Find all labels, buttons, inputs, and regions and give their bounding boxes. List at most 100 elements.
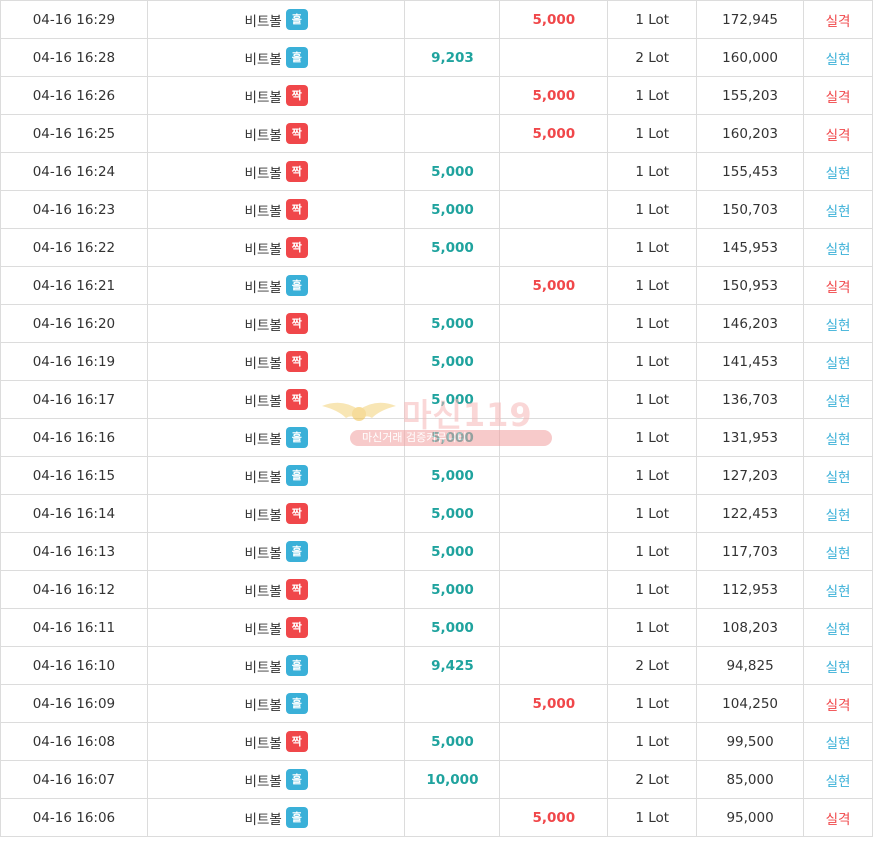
result-status: 실현 — [803, 760, 873, 799]
win-amount: 5,000 — [404, 608, 501, 647]
result-status: 실격 — [803, 76, 873, 115]
balance: 85,000 — [696, 760, 805, 799]
game-cell: 비트볼 짝 — [146, 304, 406, 343]
result-status: 실현 — [803, 152, 873, 191]
balance: 150,703 — [696, 190, 805, 229]
lose-amount — [499, 570, 609, 609]
lot-count: 1 Lot — [607, 722, 698, 761]
lose-amount — [499, 152, 609, 191]
win-amount: 5,000 — [404, 532, 501, 571]
result-status: 실현 — [803, 608, 873, 647]
lot-count: 1 Lot — [607, 228, 698, 267]
result-status: 실현 — [803, 304, 873, 343]
bet-time: 04-16 16:12 — [0, 570, 148, 609]
lot-count: 1 Lot — [607, 266, 698, 305]
game-name: 비트볼 — [244, 773, 282, 790]
lose-amount — [499, 722, 609, 761]
game-name: 비트볼 — [244, 811, 282, 828]
lot-count: 1 Lot — [607, 380, 698, 419]
pick-badge: 홀 — [285, 47, 308, 68]
table-row: 04-16 16:25 비트볼 짝 5,000 1 Lot 160,203 실격 — [0, 114, 873, 153]
win-amount: 5,000 — [404, 722, 501, 761]
game-name: 비트볼 — [244, 89, 282, 106]
bet-time: 04-16 16:09 — [0, 684, 148, 723]
pick-badge: 짝 — [285, 85, 308, 106]
balance: 99,500 — [696, 722, 805, 761]
game-name: 비트볼 — [244, 431, 282, 448]
balance: 94,825 — [696, 646, 805, 685]
result-status: 실현 — [803, 380, 873, 419]
pick-badge: 짝 — [285, 389, 308, 410]
result-status: 실현 — [803, 38, 873, 77]
lot-count: 1 Lot — [607, 76, 698, 115]
pick-badge: 홀 — [285, 807, 308, 828]
lose-amount — [499, 38, 609, 77]
table-row: 04-16 16:22 비트볼 짝 5,000 1 Lot 145,953 실현 — [0, 228, 873, 267]
game-name: 비트볼 — [244, 545, 282, 562]
pick-badge: 짝 — [285, 313, 308, 334]
lose-amount — [499, 380, 609, 419]
game-cell: 비트볼 홀 — [146, 646, 406, 685]
lose-amount — [499, 494, 609, 533]
result-status: 실현 — [803, 418, 873, 457]
balance: 127,203 — [696, 456, 805, 495]
game-cell: 비트볼 짝 — [146, 722, 406, 761]
game-name: 비트볼 — [244, 165, 282, 182]
table-row: 04-16 16:09 비트볼 홀 5,000 1 Lot 104,250 실격 — [0, 684, 873, 723]
game-name: 비트볼 — [244, 697, 282, 714]
win-amount — [404, 798, 501, 837]
bet-time: 04-16 16:17 — [0, 380, 148, 419]
result-status: 실격 — [803, 0, 873, 39]
lot-count: 1 Lot — [607, 0, 698, 39]
game-cell: 비트볼 짝 — [146, 342, 406, 381]
bet-time: 04-16 16:29 — [0, 0, 148, 39]
bet-time: 04-16 16:23 — [0, 190, 148, 229]
game-cell: 비트볼 홀 — [146, 266, 406, 305]
game-cell: 비트볼 짝 — [146, 152, 406, 191]
table-body: 04-16 16:29 비트볼 홀 5,000 1 Lot 172,945 실격 04-16 … — [0, 0, 873, 837]
lot-count: 1 Lot — [607, 494, 698, 533]
game-cell: 비트볼 짝 — [146, 380, 406, 419]
pick-badge: 홀 — [285, 465, 308, 486]
game-cell: 비트볼 짝 — [146, 608, 406, 647]
lose-amount: 5,000 — [499, 76, 609, 115]
bet-time: 04-16 16:11 — [0, 608, 148, 647]
bet-time: 04-16 16:14 — [0, 494, 148, 533]
pick-badge: 홀 — [285, 9, 308, 30]
table-row: 04-16 16:19 비트볼 짝 5,000 1 Lot 141,453 실현 — [0, 342, 873, 381]
balance: 160,000 — [696, 38, 805, 77]
bet-time: 04-16 16:08 — [0, 722, 148, 761]
game-name: 비트볼 — [244, 355, 282, 372]
win-amount: 5,000 — [404, 418, 501, 457]
table-row: 04-16 16:28 비트볼 홀 9,203 2 Lot 160,000 실현 — [0, 38, 873, 77]
win-amount: 5,000 — [404, 152, 501, 191]
lot-count: 1 Lot — [607, 570, 698, 609]
lot-count: 1 Lot — [607, 342, 698, 381]
game-name: 비트볼 — [244, 659, 282, 676]
bet-time: 04-16 16:28 — [0, 38, 148, 77]
lose-amount: 5,000 — [499, 266, 609, 305]
lot-count: 2 Lot — [607, 38, 698, 77]
table-row: 04-16 16:17 비트볼 짝 5,000 1 Lot 136,703 실현 — [0, 380, 873, 419]
game-name: 비트볼 — [244, 583, 282, 600]
table-row: 04-16 16:06 비트볼 홀 5,000 1 Lot 95,000 실격 — [0, 798, 873, 837]
lose-amount — [499, 342, 609, 381]
result-status: 실격 — [803, 114, 873, 153]
lot-count: 1 Lot — [607, 152, 698, 191]
lot-count: 1 Lot — [607, 608, 698, 647]
win-amount — [404, 684, 501, 723]
lose-amount — [499, 760, 609, 799]
win-amount — [404, 76, 501, 115]
result-status: 실현 — [803, 190, 873, 229]
result-status: 실현 — [803, 570, 873, 609]
table-row: 04-16 16:26 비트볼 짝 5,000 1 Lot 155,203 실격 — [0, 76, 873, 115]
lose-amount — [499, 418, 609, 457]
pick-badge: 짝 — [285, 617, 308, 638]
game-name: 비트볼 — [244, 621, 282, 638]
game-cell: 비트볼 짝 — [146, 570, 406, 609]
balance: 95,000 — [696, 798, 805, 837]
game-cell: 비트볼 홀 — [146, 798, 406, 837]
table-row: 04-16 16:16 비트볼 홀 5,000 1 Lot 131,953 실현 — [0, 418, 873, 457]
bet-time: 04-16 16:25 — [0, 114, 148, 153]
win-amount — [404, 266, 501, 305]
